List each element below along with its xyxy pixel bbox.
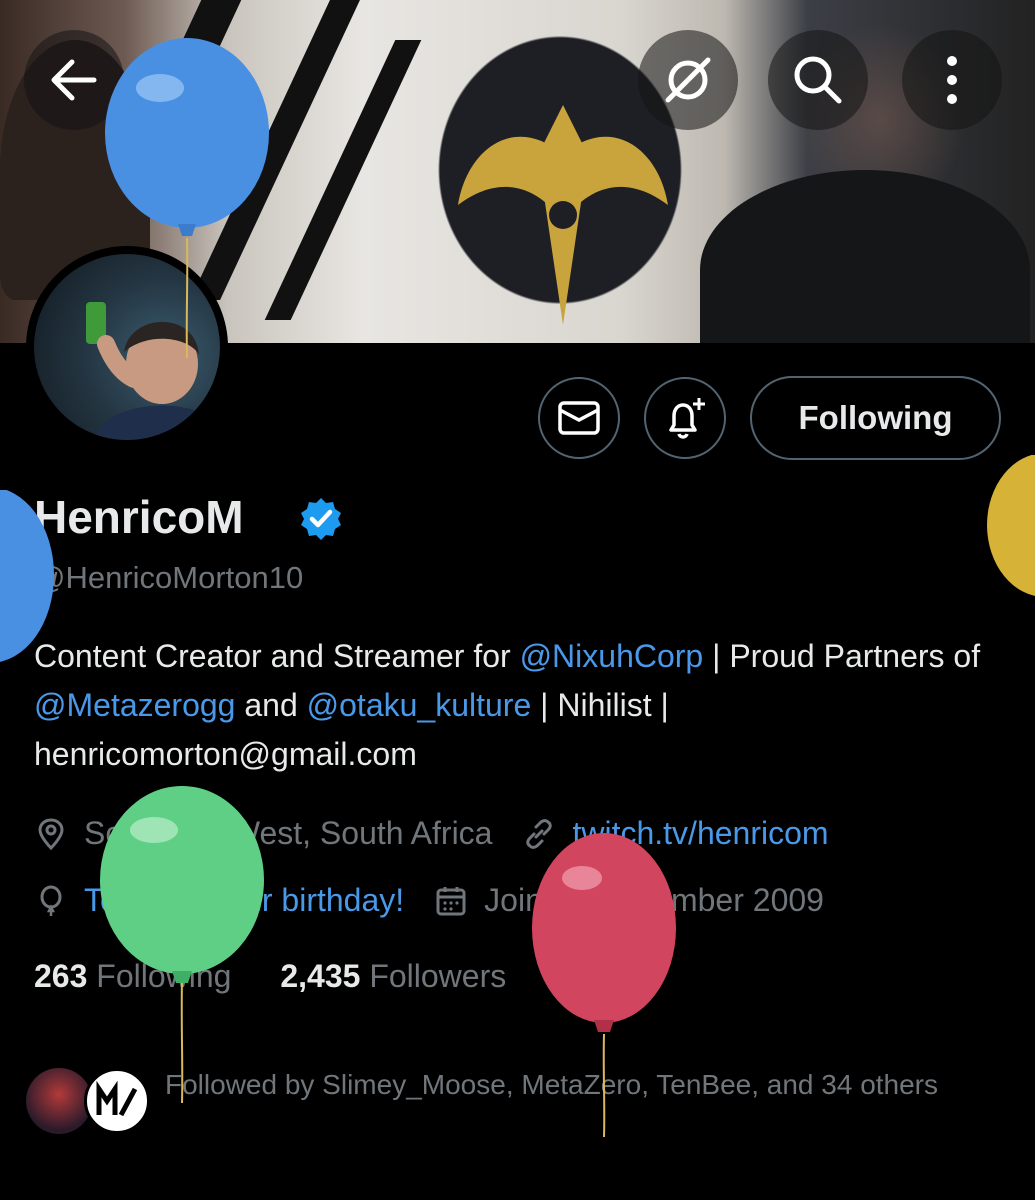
followers-count: 2,435: [280, 958, 361, 994]
grok-button[interactable]: [638, 30, 738, 130]
location-pin-icon: [38, 817, 64, 850]
search-icon: [794, 56, 842, 104]
search-button[interactable]: [768, 30, 868, 130]
balloon-decoration-green: [100, 786, 264, 1104]
more-vertical-icon: [947, 56, 957, 104]
banner-emblem: [458, 105, 668, 325]
balloon-decoration-yellow: [987, 455, 1035, 596]
bio-text: | Proud Partners of: [703, 638, 981, 674]
message-button[interactable]: [538, 377, 620, 459]
verified-badge-icon: [301, 498, 341, 540]
grok-icon: [665, 57, 711, 103]
envelope-icon: [558, 401, 600, 435]
bio: Content Creator and Streamer for @NixuhC…: [34, 632, 994, 779]
bio-text: and: [235, 687, 307, 723]
mention-link[interactable]: @Metazerogg: [34, 687, 235, 723]
handle: @HenricoMorton10: [34, 560, 304, 595]
back-arrow-icon: [51, 59, 97, 101]
banner-person: [700, 170, 1030, 343]
mention-link[interactable]: @otaku_kulture: [307, 687, 532, 723]
following-button[interactable]: Following: [750, 376, 1001, 460]
balloon-decoration-blue-left: [0, 490, 54, 662]
calendar-icon: [436, 886, 466, 915]
notifications-button[interactable]: [644, 377, 726, 459]
follower-avatar: [26, 1068, 92, 1134]
following-count: 263: [34, 958, 88, 994]
mention-link[interactable]: @NixuhCorp: [520, 638, 704, 674]
balloon-decoration-blue: [105, 38, 269, 359]
display-name: HenricoM: [34, 491, 244, 543]
more-button[interactable]: [902, 30, 1002, 130]
banner-shape: [264, 40, 422, 320]
bell-plus-icon: [669, 398, 705, 439]
followers-label: Followers: [369, 958, 507, 994]
bio-text: Content Creator and Streamer for: [34, 638, 520, 674]
followers-count-link[interactable]: 2,435 Followers: [280, 958, 506, 994]
balloon-icon: [40, 885, 62, 916]
balloon-decoration-red: [532, 833, 676, 1138]
